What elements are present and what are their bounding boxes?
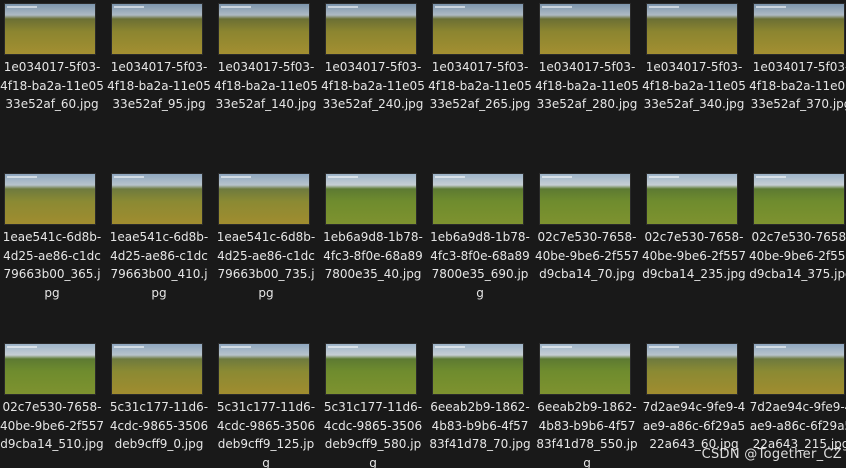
thumbnail-timestamp-overlay <box>328 6 358 8</box>
file-name-label[interactable]: 1eae541c-6d8b-4d25-ae86-c1dc79663b00_410… <box>107 228 211 302</box>
file-name-label[interactable]: 5c31c177-11d6-4cdc-9865-3506deb9cff9_125… <box>214 398 318 468</box>
file-thumbnail-image[interactable] <box>539 173 631 225</box>
thumbnail-timestamp-overlay <box>649 6 679 8</box>
file-thumbnail-image[interactable] <box>432 173 524 225</box>
file-thumbnail-image[interactable] <box>432 343 524 395</box>
thumbnail-timestamp-overlay <box>328 346 358 348</box>
thumbnail-timestamp-overlay <box>435 176 465 178</box>
file-thumbnail-image[interactable] <box>4 3 96 55</box>
file-thumbnail-image[interactable] <box>539 3 631 55</box>
file-name-label[interactable]: 1e034017-5f03-4f18-ba2a-11e0533e52af_240… <box>321 58 425 114</box>
thumbnail-timestamp-overlay <box>7 6 37 8</box>
file-thumbnail-image[interactable] <box>4 173 96 225</box>
thumbnail-timestamp-overlay <box>435 346 465 348</box>
thumbnail-timestamp-overlay <box>114 176 144 178</box>
file-thumbnail-image[interactable] <box>432 3 524 55</box>
file-thumbnail-image[interactable] <box>111 173 203 225</box>
thumbnail-timestamp-overlay <box>221 176 251 178</box>
thumbnail-timestamp-overlay <box>649 346 679 348</box>
thumbnail-timestamp-overlay <box>221 6 251 8</box>
file-thumbnail-image[interactable] <box>753 343 845 395</box>
thumbnail-timestamp-overlay <box>7 346 37 348</box>
file-thumbnail-image[interactable] <box>539 343 631 395</box>
thumbnail-timestamp-overlay <box>328 176 358 178</box>
file-name-label[interactable]: 6eeab2b9-1862-4b83-b9b6-4f5783f41d78_70.… <box>428 398 532 454</box>
file-name-label[interactable]: 1eae541c-6d8b-4d25-ae86-c1dc79663b00_365… <box>0 228 104 302</box>
file-name-label[interactable]: 6eeab2b9-1862-4b83-b9b6-4f5783f41d78_550… <box>535 398 639 468</box>
file-name-label[interactable]: 02c7e530-7658-40be-9be6-2f557d9cba14_70.… <box>535 228 639 284</box>
file-name-label[interactable]: 1e034017-5f03-4f18-ba2a-11e0533e52af_140… <box>214 58 318 114</box>
file-thumbnail-grid: 1e034017-5f03-4f18-ba2a-11e0533e52af_60.… <box>0 0 846 468</box>
file-thumbnail-image[interactable] <box>646 3 738 55</box>
file-name-label[interactable]: 02c7e530-7658-40be-9be6-2f557d9cba14_375… <box>749 228 846 284</box>
thumbnail-timestamp-overlay <box>542 6 572 8</box>
csdn-watermark: CSDN @Together_CZ <box>701 447 842 462</box>
thumbnail-timestamp-overlay <box>756 346 786 348</box>
file-name-label[interactable]: 02c7e530-7658-40be-9be6-2f557d9cba14_235… <box>642 228 746 284</box>
file-name-label[interactable]: 1eae541c-6d8b-4d25-ae86-c1dc79663b00_735… <box>214 228 318 302</box>
file-thumbnail-image[interactable] <box>111 3 203 55</box>
file-thumbnail-image[interactable] <box>325 3 417 55</box>
thumbnail-timestamp-overlay <box>7 176 37 178</box>
file-name-label[interactable]: 1eb6a9d8-1b78-4fc3-8f0e-68a897800e35_40.… <box>321 228 425 284</box>
file-thumbnail-image[interactable] <box>753 3 845 55</box>
file-name-label[interactable]: 5c31c177-11d6-4cdc-9865-3506deb9cff9_0.j… <box>107 398 211 454</box>
thumbnail-timestamp-overlay <box>542 176 572 178</box>
thumbnail-timestamp-overlay <box>114 6 144 8</box>
thumbnail-timestamp-overlay <box>756 6 786 8</box>
file-thumbnail-image[interactable] <box>646 173 738 225</box>
file-thumbnail-image[interactable] <box>753 173 845 225</box>
file-name-label[interactable]: 1e034017-5f03-4f18-ba2a-11e0533e52af_265… <box>428 58 532 114</box>
file-name-label[interactable]: 1e034017-5f03-4f18-ba2a-11e0533e52af_370… <box>749 58 846 114</box>
thumbnail-timestamp-overlay <box>542 346 572 348</box>
file-name-label[interactable]: 1e034017-5f03-4f18-ba2a-11e0533e52af_340… <box>642 58 746 114</box>
file-name-label[interactable]: 02c7e530-7658-40be-9be6-2f557d9cba14_510… <box>0 398 104 454</box>
file-name-label[interactable]: 1eb6a9d8-1b78-4fc3-8f0e-68a897800e35_690… <box>428 228 532 302</box>
file-name-label[interactable]: 5c31c177-11d6-4cdc-9865-3506deb9cff9_580… <box>321 398 425 468</box>
file-thumbnail-image[interactable] <box>218 173 310 225</box>
thumbnail-timestamp-overlay <box>649 176 679 178</box>
thumbnail-timestamp-overlay <box>756 176 786 178</box>
file-thumbnail-image[interactable] <box>325 173 417 225</box>
file-thumbnail-image[interactable] <box>111 343 203 395</box>
file-thumbnail-image[interactable] <box>218 3 310 55</box>
thumbnail-timestamp-overlay <box>435 6 465 8</box>
file-name-label[interactable]: 1e034017-5f03-4f18-ba2a-11e0533e52af_280… <box>535 58 639 114</box>
file-name-label[interactable]: 7d2ae94c-9fe9-4ae9-a86c-6f29a522a643_215… <box>749 398 846 454</box>
thumbnail-timestamp-overlay <box>221 346 251 348</box>
file-thumbnail-image[interactable] <box>325 343 417 395</box>
file-thumbnail-image[interactable] <box>646 343 738 395</box>
file-name-label[interactable]: 7d2ae94c-9fe9-4ae9-a86c-6f29a522a643_60.… <box>642 398 746 454</box>
file-name-label[interactable]: 1e034017-5f03-4f18-ba2a-11e0533e52af_60.… <box>0 58 104 114</box>
file-thumbnail-image[interactable] <box>4 343 96 395</box>
thumbnail-timestamp-overlay <box>114 346 144 348</box>
file-name-label[interactable]: 1e034017-5f03-4f18-ba2a-11e0533e52af_95.… <box>107 58 211 114</box>
file-thumbnail-image[interactable] <box>218 343 310 395</box>
